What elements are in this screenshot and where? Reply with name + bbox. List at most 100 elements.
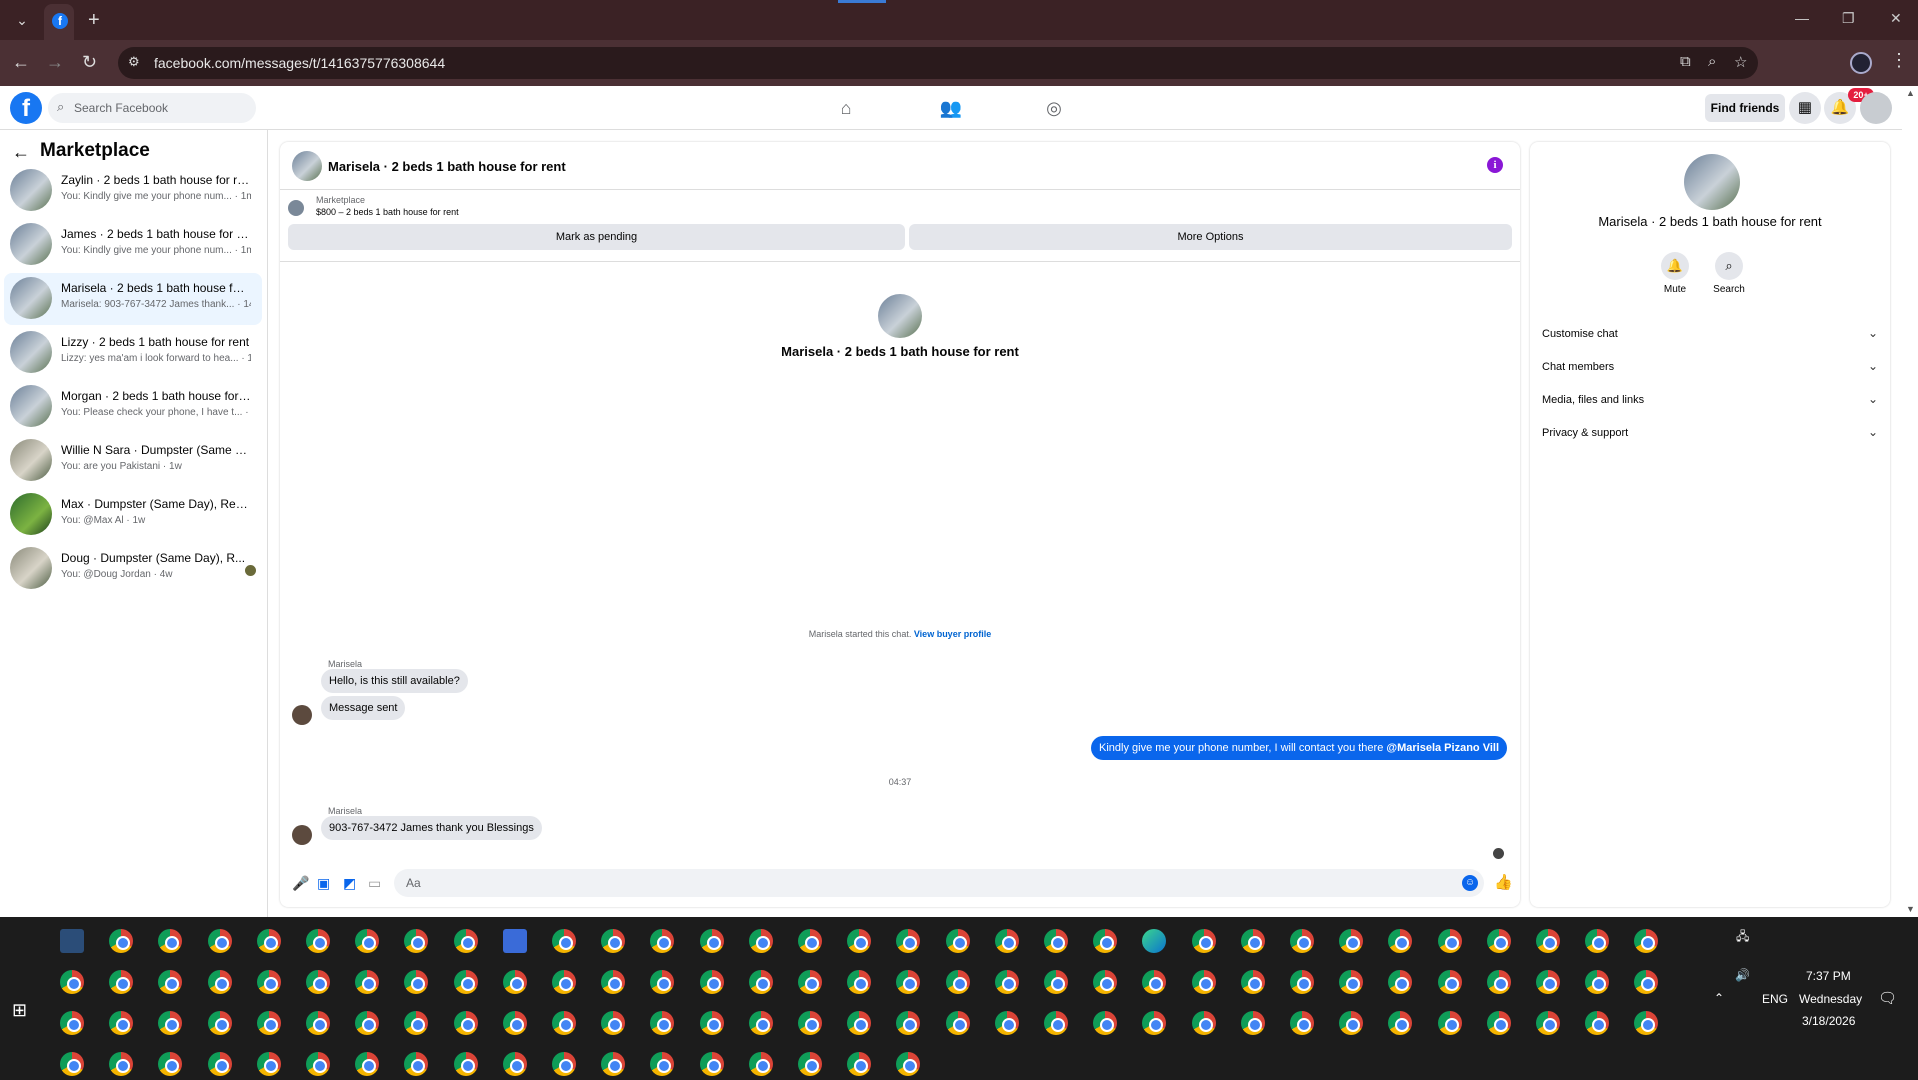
photo-icon[interactable]: ▣	[317, 875, 330, 892]
chrome-taskbar-icon[interactable]	[207, 970, 232, 994]
chrome-taskbar-icon[interactable]	[798, 970, 822, 994]
message-bubble-incoming[interactable]: 903-767-3472 James thank you Blessings	[321, 816, 542, 840]
chrome-taskbar-icon[interactable]	[207, 1052, 232, 1076]
chrome-taskbar-icon[interactable]	[502, 970, 527, 994]
chrome-taskbar-icon[interactable]	[798, 1011, 822, 1035]
chrome-taskbar-icon[interactable]	[109, 929, 134, 953]
conversation-item[interactable]: Doug · Dumpster (Same Day), R... You: @D…	[4, 543, 262, 595]
message-bubble-incoming[interactable]: Hello, is this still available?	[321, 669, 468, 693]
install-app-icon[interactable]: ⧉	[1680, 53, 1691, 70]
chrome-taskbar-icon[interactable]	[158, 929, 183, 953]
microphone-icon[interactable]: 🎤	[292, 875, 309, 892]
message-bubble-outgoing[interactable]: Kindly give me your phone number, I will…	[1091, 736, 1507, 760]
mark-as-pending-button[interactable]: Mark as pending	[288, 224, 905, 250]
chrome-taskbar-icon[interactable]	[1634, 1011, 1659, 1035]
chrome-taskbar-icon[interactable]	[552, 1052, 576, 1076]
chrome-taskbar-icon[interactable]	[256, 1052, 281, 1076]
message-input[interactable]: Aa ☺	[394, 869, 1484, 897]
chrome-taskbar-icon[interactable]	[502, 1011, 527, 1035]
chrome-taskbar-icon[interactable]	[1486, 970, 1511, 994]
search-button[interactable]: ⌕ Search	[1699, 252, 1759, 295]
chrome-taskbar-icon[interactable]	[896, 1052, 921, 1076]
chrome-taskbar-icon[interactable]	[109, 1011, 134, 1035]
avatar[interactable]	[292, 151, 322, 181]
chrome-taskbar-icon[interactable]	[1191, 1011, 1216, 1035]
chrome-taskbar-icon[interactable]	[404, 1011, 429, 1035]
scroll-down-icon[interactable]: ▼	[1906, 904, 1915, 914]
browser-profile-icon[interactable]	[1850, 52, 1872, 74]
home-icon[interactable]: ⌂	[831, 95, 861, 121]
chrome-taskbar-icon[interactable]	[847, 929, 872, 953]
chrome-taskbar-icon[interactable]	[453, 1052, 478, 1076]
chrome-taskbar-icon[interactable]	[699, 970, 724, 994]
chrome-taskbar-icon[interactable]	[601, 929, 626, 953]
chrome-taskbar-icon[interactable]	[404, 929, 429, 953]
groups-icon[interactable]: ◎	[1039, 95, 1069, 121]
chrome-taskbar-icon[interactable]	[158, 970, 183, 994]
friends-icon[interactable]: 👥	[936, 95, 966, 121]
chrome-taskbar-icon[interactable]	[1339, 1011, 1364, 1035]
chrome-taskbar-icon[interactable]	[1240, 929, 1265, 953]
chrome-taskbar-icon[interactable]	[306, 929, 330, 953]
more-options-button[interactable]: More Options	[909, 224, 1512, 250]
browser-tab-facebook[interactable]: f	[44, 4, 74, 40]
chrome-taskbar-icon[interactable]	[798, 1052, 822, 1076]
chrome-taskbar-icon[interactable]	[1142, 970, 1167, 994]
forward-arrow-icon[interactable]: →	[46, 52, 64, 72]
chrome-taskbar-icon[interactable]	[1585, 1011, 1610, 1035]
chrome-taskbar-icon[interactable]	[355, 1011, 380, 1035]
chrome-taskbar-icon[interactable]	[1191, 929, 1216, 953]
chrome-taskbar-icon[interactable]	[552, 970, 576, 994]
chrome-taskbar-icon[interactable]	[1240, 1011, 1265, 1035]
windows-start-icon[interactable]: ⊞	[12, 1000, 27, 1021]
chat-members-row[interactable]: Chat members ⌄	[1542, 355, 1878, 381]
chrome-taskbar-icon[interactable]	[748, 929, 773, 953]
chrome-taskbar-icon[interactable]	[1388, 929, 1413, 953]
listing-thumbnail[interactable]	[288, 200, 304, 216]
chrome-taskbar-icon[interactable]	[1437, 929, 1462, 953]
chrome-taskbar-icon[interactable]	[1585, 970, 1610, 994]
chrome-taskbar-icon[interactable]	[60, 1011, 84, 1035]
chrome-taskbar-icon[interactable]	[1339, 929, 1364, 953]
conversation-item[interactable]: Lizzy · 2 beds 1 bath house for rent Liz…	[4, 327, 262, 379]
tab-search-chevron-icon[interactable]: ⌄	[8, 8, 36, 32]
chrome-taskbar-icon[interactable]	[1240, 970, 1265, 994]
chrome-taskbar-icon[interactable]	[945, 1011, 970, 1035]
chrome-taskbar-icon[interactable]	[798, 929, 822, 953]
customise-chat-row[interactable]: Customise chat ⌄	[1542, 322, 1878, 348]
chrome-taskbar-icon[interactable]	[1191, 970, 1216, 994]
chrome-taskbar-icon[interactable]	[1388, 1011, 1413, 1035]
chrome-taskbar-icon[interactable]	[1142, 1011, 1167, 1035]
address-bar[interactable]: ⚙ facebook.com/messages/t/14163757763086…	[118, 47, 1758, 79]
scroll-up-icon[interactable]: ▲	[1906, 88, 1915, 98]
chrome-taskbar-icon[interactable]	[306, 1011, 330, 1035]
chrome-taskbar-icon[interactable]	[453, 970, 478, 994]
url-text[interactable]: facebook.com/messages/t/1416375776308644	[154, 55, 445, 71]
avatar[interactable]	[1684, 154, 1740, 210]
chrome-taskbar-icon[interactable]	[1290, 929, 1314, 953]
chrome-taskbar-icon[interactable]	[1486, 1011, 1511, 1035]
conversation-item[interactable]: Zaylin · 2 beds 1 bath house for rent Yo…	[4, 165, 262, 217]
emoji-icon[interactable]: ☺	[1462, 875, 1478, 891]
chrome-taskbar-icon[interactable]	[1044, 929, 1068, 953]
chrome-taskbar-icon[interactable]	[847, 1052, 872, 1076]
edge-taskbar-icon[interactable]	[1142, 929, 1167, 953]
chrome-taskbar-icon[interactable]	[1536, 970, 1560, 994]
language-indicator[interactable]: ENG	[1762, 992, 1788, 1006]
sticker-icon[interactable]: ◩	[343, 875, 356, 892]
chrome-taskbar-icon[interactable]	[256, 1011, 281, 1035]
chrome-taskbar-icon[interactable]	[552, 929, 576, 953]
page-scrollbar[interactable]: ▲ ▼	[1902, 86, 1918, 917]
find-friends-button[interactable]: Find friends	[1705, 94, 1785, 122]
chrome-taskbar-icon[interactable]	[1388, 970, 1413, 994]
chrome-taskbar-icon[interactable]	[699, 929, 724, 953]
chrome-taskbar-icon[interactable]	[994, 1011, 1019, 1035]
minimize-icon[interactable]: —	[1795, 10, 1809, 26]
chrome-taskbar-icon[interactable]	[601, 1011, 626, 1035]
chrome-taskbar-icon[interactable]	[355, 1052, 380, 1076]
clock-date[interactable]: 3/18/2026	[1802, 1014, 1855, 1028]
back-arrow-icon[interactable]: ←	[12, 52, 30, 72]
chrome-taskbar-icon[interactable]	[1044, 970, 1068, 994]
chrome-taskbar-icon[interactable]	[748, 1011, 773, 1035]
site-info-icon[interactable]: ⚙	[128, 54, 140, 70]
